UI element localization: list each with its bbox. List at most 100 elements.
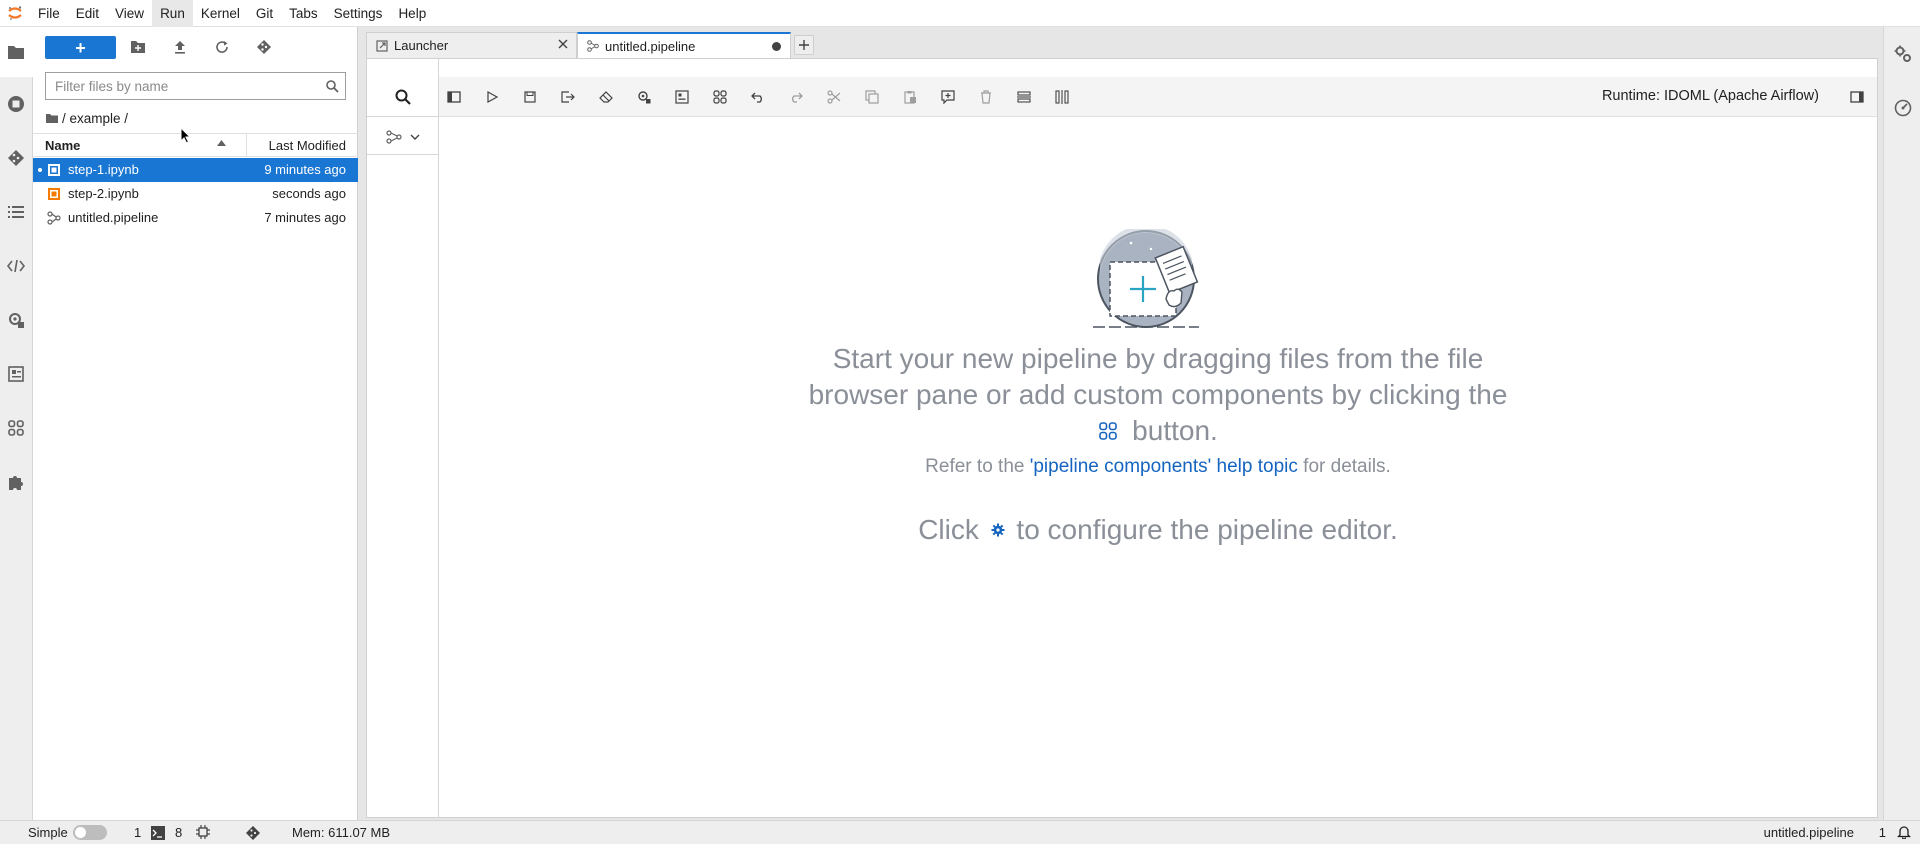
file-row[interactable]: step-1.ipynb 9 minutes ago (33, 158, 358, 182)
menu-settings[interactable]: Settings (326, 0, 391, 27)
settings-gear-icon[interactable] (991, 523, 1005, 537)
git-branch-icon[interactable] (245, 825, 261, 841)
close-icon[interactable] (558, 39, 568, 49)
running-sessions-icon[interactable] (5, 93, 27, 115)
empty-message-line: Start your new pipeline by dragging file… (832, 343, 1484, 374)
launcher-icon (376, 39, 388, 52)
extensions-puzzle-icon[interactable] (5, 471, 27, 493)
export-pipeline-icon[interactable] (558, 87, 578, 107)
file-modified: 7 minutes ago (264, 210, 346, 225)
empty-pipeline-illustration-icon (1091, 229, 1201, 329)
clear-pipeline-icon[interactable] (596, 87, 616, 107)
help-reference: Refer to the 'pipeline components' help … (808, 456, 1508, 478)
git-icon[interactable] (5, 147, 27, 169)
delete-icon[interactable] (976, 87, 996, 107)
empty-pipeline-message: Start your new pipeline by dragging file… (808, 341, 1508, 449)
jupyter-logo-icon (0, 0, 30, 27)
paste-icon[interactable] (900, 87, 920, 107)
debugger-gauge-icon[interactable] (1892, 97, 1914, 119)
add-comment-icon[interactable] (938, 87, 958, 107)
pipeline-components-help-link[interactable]: 'pipeline components' help topic (1030, 456, 1298, 477)
configure-hint: Click to configure the pipeline editor. (808, 514, 1508, 546)
menu-view[interactable]: View (107, 0, 152, 27)
node-type-dropdown[interactable] (367, 119, 439, 155)
filter-files-input[interactable] (46, 74, 319, 98)
unsaved-dot-icon[interactable] (772, 42, 781, 51)
runtime-images-icon[interactable] (5, 363, 27, 385)
upload-icon[interactable] (170, 37, 190, 57)
kernel-settings-icon[interactable] (196, 825, 210, 839)
file-browser-panel: + / example / Name Last Modified (33, 27, 358, 820)
file-list-header: Name Last Modified (33, 133, 358, 157)
file-modified: 9 minutes ago (264, 162, 346, 177)
refresh-icon[interactable] (212, 37, 232, 57)
search-icon (395, 89, 411, 105)
filter-files-field[interactable] (45, 72, 346, 100)
file-row[interactable]: untitled.pipeline 7 minutes ago (33, 206, 358, 230)
terminal-icon[interactable] (151, 826, 165, 840)
search-icon (319, 79, 345, 93)
bell-icon[interactable] (1897, 825, 1911, 839)
property-inspector-icon[interactable] (1892, 43, 1914, 65)
status-bar: Simple 1 8 Mem: 611.07 MB untitled.pipel… (0, 820, 1920, 844)
new-folder-icon[interactable] (128, 37, 148, 57)
component-catalogs-icon[interactable] (5, 417, 27, 439)
kernel-count[interactable]: 1 (134, 825, 141, 840)
right-activity-bar (1883, 27, 1920, 820)
palette-search-button[interactable] (367, 77, 439, 117)
menu-help[interactable]: Help (390, 0, 434, 27)
redo-icon[interactable] (786, 87, 806, 107)
memory-usage: Mem: 611.07 MB (292, 825, 391, 840)
tab-launcher[interactable]: Launcher (366, 32, 577, 58)
file-name: step-1.ipynb (68, 162, 139, 177)
breadcrumb: / example / (46, 109, 128, 127)
pipeline-icon (47, 211, 61, 225)
copy-icon[interactable] (862, 87, 882, 107)
toggle-properties-panel-icon[interactable] (1847, 87, 1867, 107)
notification-count[interactable]: 1 (1879, 825, 1886, 840)
table-of-contents-icon[interactable] (5, 201, 27, 223)
file-row[interactable]: step-2.ipynb seconds ago (33, 182, 358, 206)
menu-kernel[interactable]: Kernel (193, 0, 248, 27)
menu-git[interactable]: Git (248, 0, 281, 27)
git-clone-icon[interactable] (254, 37, 274, 57)
pipeline-icon (386, 129, 402, 144)
menu-run[interactable]: Run (152, 0, 193, 27)
add-tab-button[interactable] (794, 35, 814, 55)
breadcrumb-path[interactable]: / example / (62, 111, 128, 126)
runtimes-icon[interactable] (5, 309, 27, 331)
left-activity-bar (0, 27, 33, 820)
toggle-palette-icon[interactable] (444, 87, 464, 107)
code-snippets-icon[interactable] (5, 255, 27, 277)
tab-untitled-pipeline[interactable]: untitled.pipeline (577, 32, 791, 58)
breadcrumb-folder-icon[interactable] (46, 113, 58, 123)
file-modified: seconds ago (272, 186, 346, 201)
save-pipeline-icon[interactable] (520, 87, 540, 107)
cut-icon[interactable] (824, 87, 844, 107)
menu-edit[interactable]: Edit (68, 0, 107, 27)
node-palette (367, 59, 439, 817)
undo-icon[interactable] (748, 87, 768, 107)
chevron-down-icon (410, 134, 420, 140)
menu-file[interactable]: File (30, 0, 68, 27)
sort-ascending-icon (217, 140, 226, 146)
ref-suffix: for details. (1297, 456, 1391, 477)
simple-mode-label: Simple (28, 825, 68, 840)
menu-tabs[interactable]: Tabs (281, 0, 326, 27)
open-component-catalogs-icon[interactable] (710, 87, 730, 107)
empty-message-line: button. (808, 413, 1508, 449)
terminal-count[interactable]: 8 (175, 825, 182, 840)
pipeline-canvas[interactable]: Start your new pipeline by dragging file… (439, 117, 1877, 817)
mouse-cursor-icon (180, 127, 191, 144)
arrange-horizontal-icon[interactable] (1014, 87, 1034, 107)
open-runtime-images-icon[interactable] (672, 87, 692, 107)
open-runtimes-icon[interactable] (634, 87, 654, 107)
arrange-vertical-icon[interactable] (1052, 87, 1072, 107)
simple-mode-toggle[interactable] (73, 825, 107, 840)
new-launcher-button[interactable]: + (45, 36, 116, 59)
column-last-modified[interactable]: Last Modified (269, 138, 346, 153)
column-name[interactable]: Name (45, 138, 80, 153)
new-launcher-label: + (75, 37, 86, 58)
folder-icon[interactable] (5, 41, 27, 63)
run-pipeline-icon[interactable] (482, 87, 502, 107)
